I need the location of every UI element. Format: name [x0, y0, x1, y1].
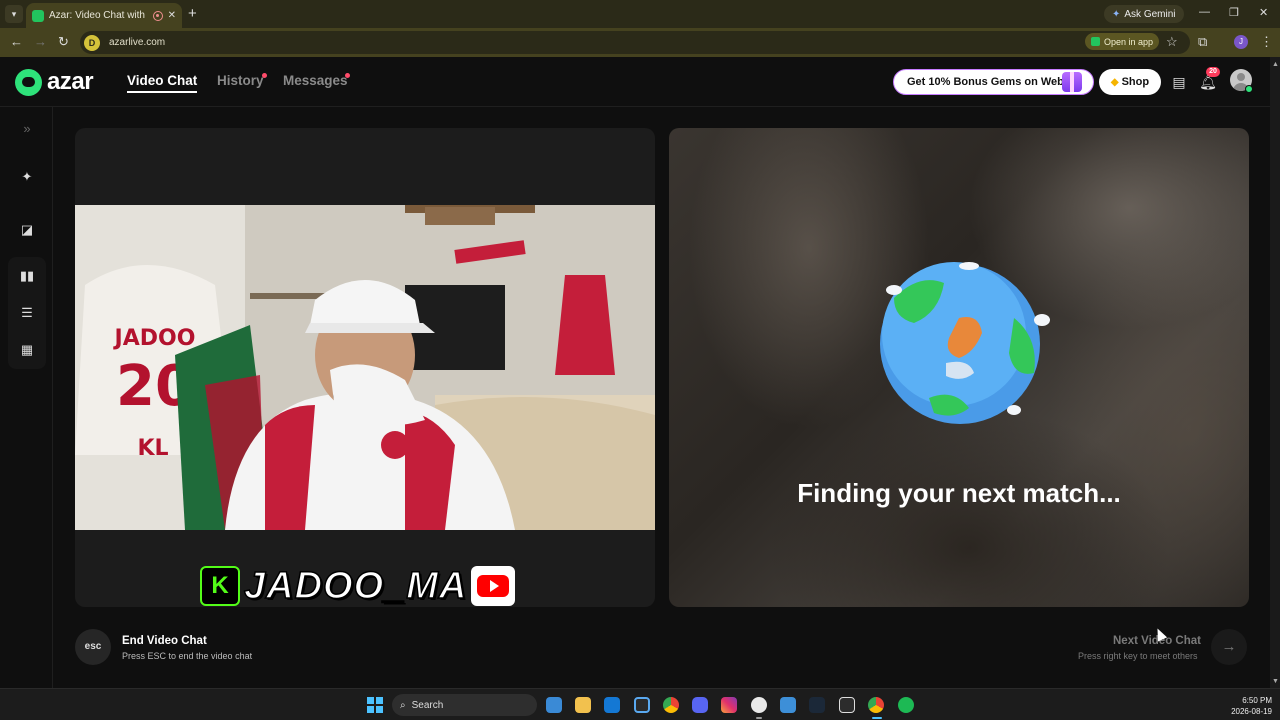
arrow-right-icon: →	[1221, 638, 1237, 655]
next-chat-button[interactable]: →	[1211, 629, 1247, 665]
magic-wand-icon[interactable]: ✦	[16, 166, 38, 188]
new-tab-icon[interactable]: +	[188, 5, 197, 22]
clock-time: 6:50 PM	[1242, 696, 1272, 705]
shop-label: Shop	[1121, 76, 1150, 88]
gift-icon	[1062, 72, 1082, 92]
shop-button[interactable]: ◆ Shop	[1099, 69, 1161, 95]
left-sidebar: » ✦ ◪ ▮▮ ☰ ▦	[0, 107, 53, 688]
history-unread-dot	[262, 73, 267, 78]
tab-close-icon[interactable]: ✕	[168, 10, 176, 21]
page-scrollbar[interactable]	[1270, 57, 1280, 688]
store-icon[interactable]	[634, 697, 650, 713]
tab-title: Azar: Video Chat with New	[49, 10, 148, 21]
outlook-icon[interactable]	[604, 697, 620, 713]
jersey-extra-text: KL	[137, 436, 168, 461]
online-status-dot	[1245, 85, 1253, 93]
windows-taskbar: ⌕ Search 6:50 PM 2026-08-19	[0, 688, 1280, 720]
scroll-up-icon[interactable]: ▲	[1272, 61, 1279, 68]
expand-icon[interactable]: »	[16, 118, 38, 140]
messages-unread-dot	[345, 73, 350, 78]
url-text: azarlive.com	[109, 37, 166, 48]
minimize-icon[interactable]: —	[1199, 6, 1210, 18]
address-bar[interactable]: D azarlive.com	[80, 31, 1190, 54]
window-close-icon[interactable]: ✕	[1259, 6, 1268, 19]
restore-icon[interactable]: ❐	[1229, 6, 1239, 19]
azar-header: azar Video Chat History Messages Get 10%…	[0, 57, 1270, 107]
profile-avatar[interactable]: J	[1234, 35, 1248, 49]
archive-icon[interactable]: ▤	[1170, 73, 1188, 91]
camera-scene: JADOO 20 KL	[75, 205, 655, 530]
discord-icon[interactable]	[692, 697, 708, 713]
next-chat-hint: Press right key to meet others	[1078, 651, 1198, 661]
file-explorer-icon[interactable]	[575, 697, 591, 713]
recording-icon	[152, 10, 163, 21]
jersey-name-text: JADOO	[113, 326, 196, 351]
chrome-active-icon[interactable]	[868, 697, 884, 713]
open-in-app-label: Open in app	[1104, 36, 1154, 47]
nav-video-chat[interactable]: Video Chat	[127, 73, 198, 93]
youtube-logo-icon	[471, 566, 516, 606]
streamer-watermark: K JADOO_MA	[200, 564, 516, 607]
chrome-active-indicator	[872, 717, 882, 719]
scroll-down-icon[interactable]: ▼	[1272, 678, 1279, 685]
tab-search-icon[interactable]: ▾	[5, 5, 23, 23]
taskbar-search-label: Search	[411, 699, 444, 711]
browser-tab-bar: ▾ Azar: Video Chat with New ✕ + ✦ Ask Ge…	[0, 0, 1280, 28]
messenger-icon[interactable]	[751, 697, 767, 713]
instagram-icon[interactable]	[721, 697, 737, 713]
streamer-handle: JADOO_MA	[243, 564, 468, 607]
widgets-icon[interactable]	[546, 697, 562, 713]
site-info-icon[interactable]: D	[84, 34, 100, 51]
notification-count-badge: 20	[1206, 67, 1220, 77]
app-icon-2[interactable]	[839, 697, 855, 713]
remote-video-panel: Finding your next match...	[669, 128, 1249, 607]
forward-icon[interactable]: →	[34, 34, 47, 49]
gemini-sparkle-icon: ✦	[1112, 8, 1121, 20]
nav-messages[interactable]: Messages	[283, 73, 348, 88]
bonus-gems-label: Get 10% Bonus Gems on Web!	[907, 76, 1068, 88]
extensions-icon[interactable]: ⧉	[1198, 34, 1207, 50]
back-icon[interactable]: ←	[10, 34, 23, 49]
kick-logo-icon: K	[200, 566, 240, 606]
ask-gemini-label: Ask Gemini	[1124, 8, 1176, 20]
azar-favicon-icon	[32, 9, 44, 22]
spotify-icon[interactable]	[898, 697, 914, 713]
reload-icon[interactable]: ↻	[58, 34, 69, 50]
layout-grid-icon[interactable]: ▦	[16, 339, 38, 361]
browser-menu-icon[interactable]: ⋮	[1260, 34, 1273, 50]
steam-icon[interactable]	[809, 697, 825, 713]
finding-match-status: Finding your next match...	[797, 478, 1121, 508]
search-icon: ⌕	[400, 699, 406, 711]
azar-logo[interactable]: azar	[15, 68, 94, 96]
end-chat-hint: Press ESC to end the video chat	[122, 651, 253, 661]
clock-date: 2026-08-19	[1231, 707, 1272, 716]
layout-split-horizontal-icon[interactable]: ☰	[16, 302, 38, 324]
app-icon[interactable]	[780, 697, 796, 713]
end-chat-button[interactable]: esc	[75, 629, 111, 665]
local-camera-feed: JADOO 20 KL	[75, 205, 655, 530]
gem-icon: ◆	[1110, 76, 1119, 88]
bookmark-star-icon[interactable]: ☆	[1166, 34, 1178, 50]
windows-start-icon[interactable]	[367, 697, 383, 713]
nav-history[interactable]: History	[217, 73, 264, 88]
app-icon	[1091, 37, 1100, 46]
local-video-panel: JADOO 20 KL K JADOO_MA	[75, 128, 655, 607]
filter-icon[interactable]: ◪	[16, 219, 38, 241]
layout-split-vertical-icon[interactable]: ▮▮	[16, 265, 38, 287]
end-chat-title: End Video Chat	[122, 635, 207, 647]
azar-logo-icon	[15, 68, 42, 96]
taskbar-search[interactable]: ⌕ Search	[392, 694, 537, 716]
chrome-icon[interactable]	[663, 697, 679, 713]
open-in-app-button[interactable]: Open in app	[1085, 33, 1160, 50]
globe-icon	[880, 262, 1050, 424]
ask-gemini-button[interactable]: ✦ Ask Gemini	[1104, 5, 1184, 23]
logo-text: azar	[47, 68, 94, 95]
browser-tab[interactable]: Azar: Video Chat with New ✕	[26, 3, 182, 28]
messenger-running-indicator	[756, 717, 762, 719]
system-clock[interactable]: 6:50 PM 2026-08-19	[1222, 695, 1272, 717]
